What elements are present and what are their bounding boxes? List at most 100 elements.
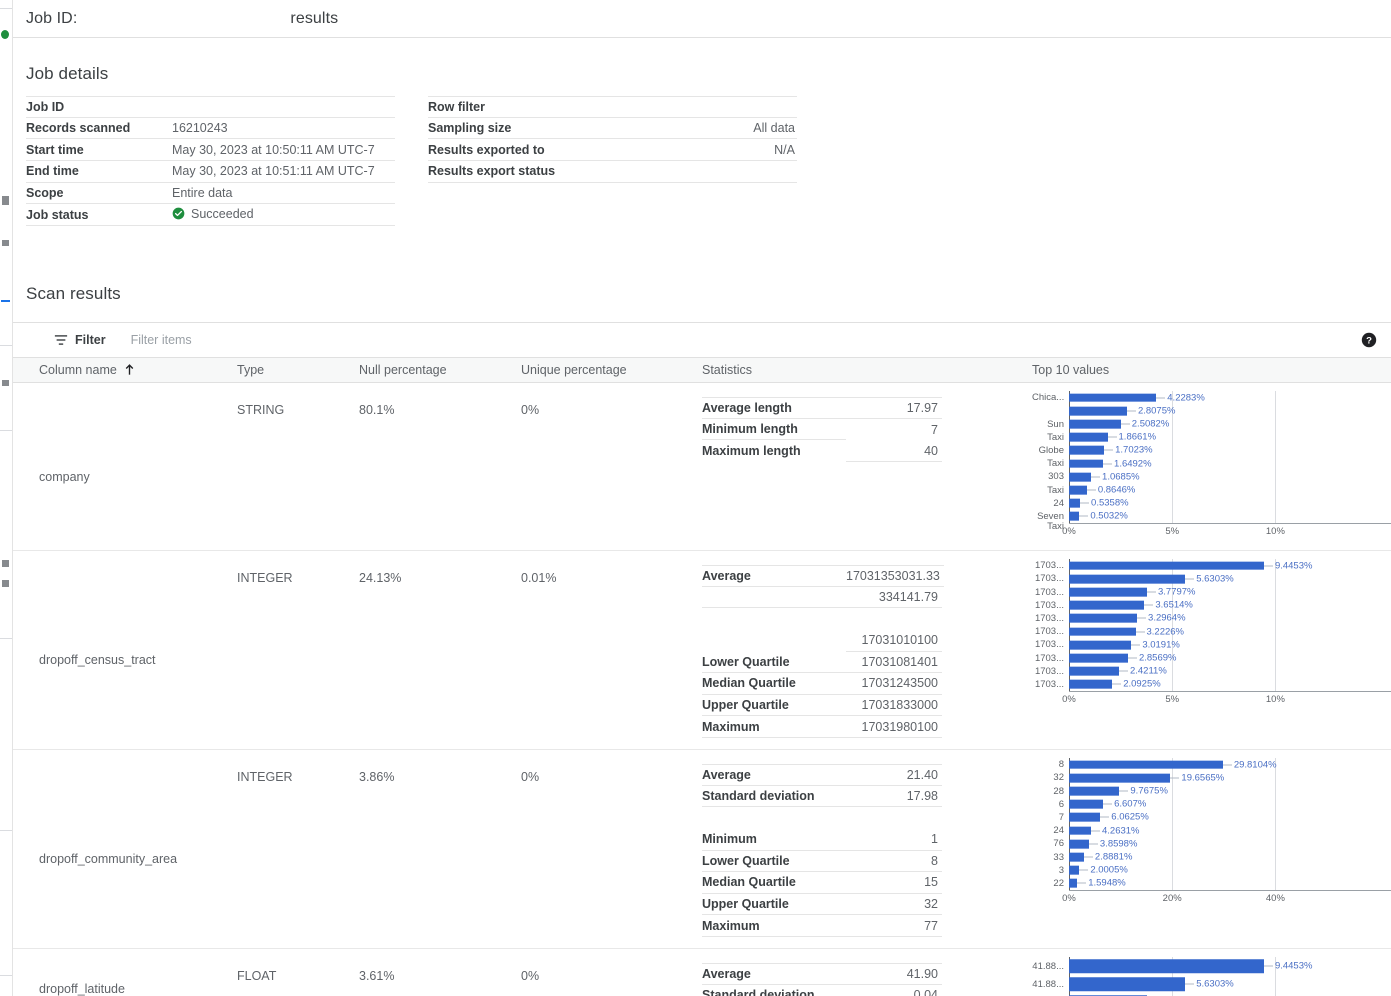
- chart-leader-line: [1119, 791, 1128, 792]
- cell-unique-percentage: 0%: [521, 383, 702, 550]
- table-row[interactable]: company STRING 80.1% 0% Average length 1…: [13, 383, 1391, 551]
- chart-leader-line: [1144, 605, 1153, 606]
- chart-x-tick: 40%: [1266, 893, 1285, 904]
- chart-x-tick: 0%: [1062, 893, 1076, 904]
- chart-bar-row: 1703...3.0191%: [1032, 638, 1391, 651]
- chart-bar-row: 1703...3.2964%: [1032, 612, 1391, 625]
- chart-bar: [1069, 393, 1156, 402]
- stat-key: Median Quartile: [702, 872, 846, 894]
- filter-toolbar: Filter Filter items ?: [13, 323, 1391, 357]
- column-header-top-10-values: Top 10 values: [1032, 363, 1391, 377]
- chart-leader-line: [1170, 777, 1179, 778]
- chart-bar-row: Seven0.5032%: [1032, 510, 1391, 523]
- chart-bar: [1069, 866, 1079, 875]
- chart-bar: [1069, 459, 1103, 468]
- chart-category-label: 28: [1032, 786, 1069, 797]
- chart-bar-row: 41.88...5.6303%: [1032, 975, 1391, 993]
- chart-category-label: Taxi: [1032, 521, 1069, 532]
- stat-key: Median Quartile: [702, 673, 846, 695]
- cell-top-values-chart: 829.8104%3219.6565%289.7675%66.607%76.06…: [1032, 750, 1391, 948]
- job-details-right-table: Row filter Sampling size All data Result…: [428, 96, 797, 226]
- stat-value: 334141.79: [846, 587, 942, 609]
- chart-leader-line: [1080, 503, 1089, 504]
- chart-bar-track: 29.8104%: [1069, 758, 1391, 771]
- chart-bar-row: 1703...3.6514%: [1032, 599, 1391, 612]
- chart-x-tick: 10%: [1266, 526, 1285, 537]
- chart-bar-track: 3.0191%: [1069, 638, 1391, 651]
- stat-key: Standard deviation: [702, 985, 846, 996]
- chart-bar: [1069, 575, 1185, 584]
- chart-leader-line: [1185, 984, 1194, 985]
- chart-value-label: 9.7675%: [1130, 786, 1168, 797]
- stat-row: Average 41.90: [702, 963, 942, 985]
- stat-key: Average: [702, 963, 846, 985]
- job-details-left-table: Job ID Records scanned 16210243 Start ti…: [26, 96, 395, 226]
- chart-value-label: 19.6565%: [1181, 772, 1224, 783]
- detail-key: Results export status: [428, 164, 574, 178]
- stat-key: Standard deviation: [702, 786, 846, 808]
- stat-row: Standard deviation 0.04: [702, 985, 942, 996]
- chart-bar-track: 9.7675%: [1069, 785, 1391, 798]
- chart-category-label: 7: [1032, 812, 1069, 823]
- chart-category-label: 32: [1032, 772, 1069, 783]
- filter-button[interactable]: Filter: [54, 333, 106, 347]
- cell-unique-percentage: 0.01%: [521, 551, 702, 749]
- chart-category-label: 8: [1032, 759, 1069, 770]
- stat-key: Maximum: [702, 915, 846, 937]
- chart-category-label: 1703...: [1032, 653, 1069, 664]
- stat-row: Lower Quartile 17031081401: [702, 652, 942, 674]
- chart-category-label: Taxi: [1032, 458, 1069, 469]
- chart-leader-line: [1156, 397, 1165, 398]
- stat-key: Lower Quartile: [702, 851, 846, 873]
- chart-bar: [1069, 512, 1079, 521]
- stat-row: Average 17031353031.33: [702, 565, 942, 587]
- chart-bar: [1069, 813, 1100, 822]
- chart-bar: [1069, 853, 1084, 862]
- chart-bar-track: 4.2283%: [1069, 391, 1391, 404]
- column-header-column-name[interactable]: Column name: [39, 363, 237, 377]
- chart-leader-line: [1091, 476, 1100, 477]
- chart-category-label: 6: [1032, 799, 1069, 810]
- help-circle-icon[interactable]: ?: [1361, 332, 1377, 348]
- chart-bar-row: 240.5358%: [1032, 497, 1391, 510]
- stat-row: 334141.79: [702, 587, 942, 609]
- chart-x-tick: 5%: [1165, 694, 1179, 705]
- chart-value-label: 0.5032%: [1090, 511, 1128, 522]
- table-row[interactable]: dropoff_community_area INTEGER 3.86% 0% …: [13, 750, 1391, 949]
- stat-value: 7: [846, 419, 942, 441]
- stat-value: 21.40: [846, 764, 942, 786]
- chart-bar: [1069, 879, 1077, 888]
- column-header-null-percentage[interactable]: Null percentage: [359, 363, 521, 377]
- chart-bar: [1069, 627, 1136, 636]
- detail-row-scope: Scope Entire data: [26, 183, 395, 205]
- filter-items-input[interactable]: Filter items: [131, 333, 192, 347]
- cell-top-values-chart: 1703...9.4453%1703...5.6303%1703...3.779…: [1032, 551, 1391, 749]
- table-row[interactable]: dropoff_latitude FLOAT 3.61% 0% Average …: [13, 949, 1391, 996]
- table-row[interactable]: dropoff_census_tract INTEGER 24.13% 0.01…: [13, 551, 1391, 750]
- stat-row: Minimum 1: [702, 829, 942, 851]
- chart-category-label: 22: [1032, 878, 1069, 889]
- stat-key: Average length: [702, 397, 846, 419]
- column-header-unique-percentage[interactable]: Unique percentage: [521, 363, 702, 377]
- check-circle-icon: [172, 207, 185, 220]
- chart-bar-track: 2.8881%: [1069, 850, 1391, 863]
- chart-value-label: 4.2283%: [1167, 392, 1205, 403]
- detail-value: N/A: [574, 143, 797, 157]
- chart-leader-line: [1079, 870, 1088, 871]
- cell-statistics: Average 21.40 Standard deviation 17.98 M…: [702, 750, 1032, 948]
- cell-statistics: Average 17031353031.33 334141.79 1703101…: [702, 551, 1032, 749]
- chart-category-label: 1703...: [1032, 600, 1069, 611]
- chart-category-label: 33: [1032, 852, 1069, 863]
- chart-bar-track: 2.8075%: [1069, 404, 1391, 417]
- chart-x-tick: 0%: [1062, 694, 1076, 705]
- chart-bar: [1069, 420, 1121, 429]
- column-header-type[interactable]: Type: [237, 363, 359, 377]
- cell-column-name: dropoff_census_tract: [39, 551, 237, 749]
- chart-bar-row: 1703...5.6303%: [1032, 572, 1391, 585]
- chart-value-label: 2.8075%: [1138, 405, 1176, 416]
- chart-bar: [1069, 407, 1127, 416]
- cell-statistics: Average 41.90 Standard deviation 0.04: [702, 949, 1032, 996]
- stat-row: Lower Quartile 8: [702, 851, 942, 873]
- filter-icon: [54, 333, 68, 347]
- chart-bar: [1069, 486, 1087, 495]
